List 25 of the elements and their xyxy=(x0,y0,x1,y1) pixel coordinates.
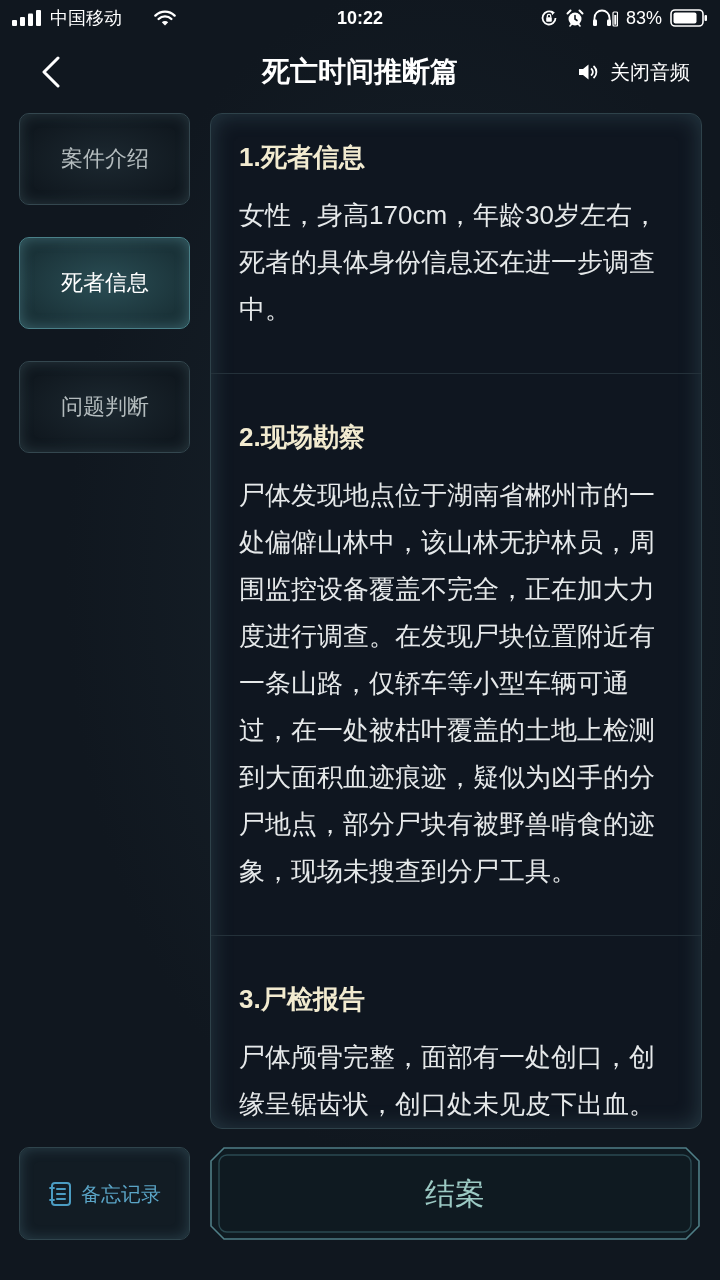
battery-percentage: 83% xyxy=(625,7,662,29)
alarm-clock-icon xyxy=(565,9,584,27)
headphones-icon xyxy=(591,9,618,27)
mute-audio-button[interactable]: 关闭音频 xyxy=(578,58,690,86)
signal-icon xyxy=(12,10,42,26)
rotation-lock-icon xyxy=(539,9,558,27)
memo-button[interactable]: 备忘记录 xyxy=(19,1147,190,1240)
clock-time: 10:22 xyxy=(337,7,383,29)
section-paragraph: 尸体颅骨完整，面部有一处创口，创缘呈锯齿状，创口处未见皮下出血。 xyxy=(239,1041,656,1121)
wifi-icon xyxy=(154,10,176,26)
section-title: 2.现场勘察 xyxy=(239,421,366,454)
section-title: 1.死者信息 xyxy=(239,141,366,174)
battery-icon xyxy=(670,9,708,27)
sidebar-tab[interactable]: 案件介绍 xyxy=(19,113,190,205)
carrier-name: 中国移动 xyxy=(50,7,122,29)
section-title: 3.尸检报告 xyxy=(239,983,366,1016)
notes-icon xyxy=(48,1181,71,1206)
sidebar-tab[interactable]: 问题判断 xyxy=(19,361,190,453)
close-case-button[interactable]: 结案 xyxy=(210,1147,700,1240)
section-paragraph: 女性，身高170cm，年龄30岁左右，死者的具体身份信息还在进一步调查中。 xyxy=(239,199,659,326)
page-title: 死亡时间推断篇 xyxy=(262,55,458,89)
speaker-icon xyxy=(578,63,598,81)
section-paragraph: 尸体发现地点位于湖南省郴州市的一处偏僻山林中，该山林无护林员，周围监控设备覆盖不完全，正在加大力度进行调查。在发现尸块位置附近有一条山路，仅轿车等小型车辆可通过，在一处被枯叶覆盖的土地上检测到大面积血迹痕迹，疑似为凶手的分尸地点，部分尸块有被野兽啃食的迹象，现场未搜查到分尸工具。 xyxy=(239,479,656,888)
back-icon[interactable] xyxy=(40,56,62,88)
sidebar-tab[interactable]: 死者信息 xyxy=(19,237,190,329)
